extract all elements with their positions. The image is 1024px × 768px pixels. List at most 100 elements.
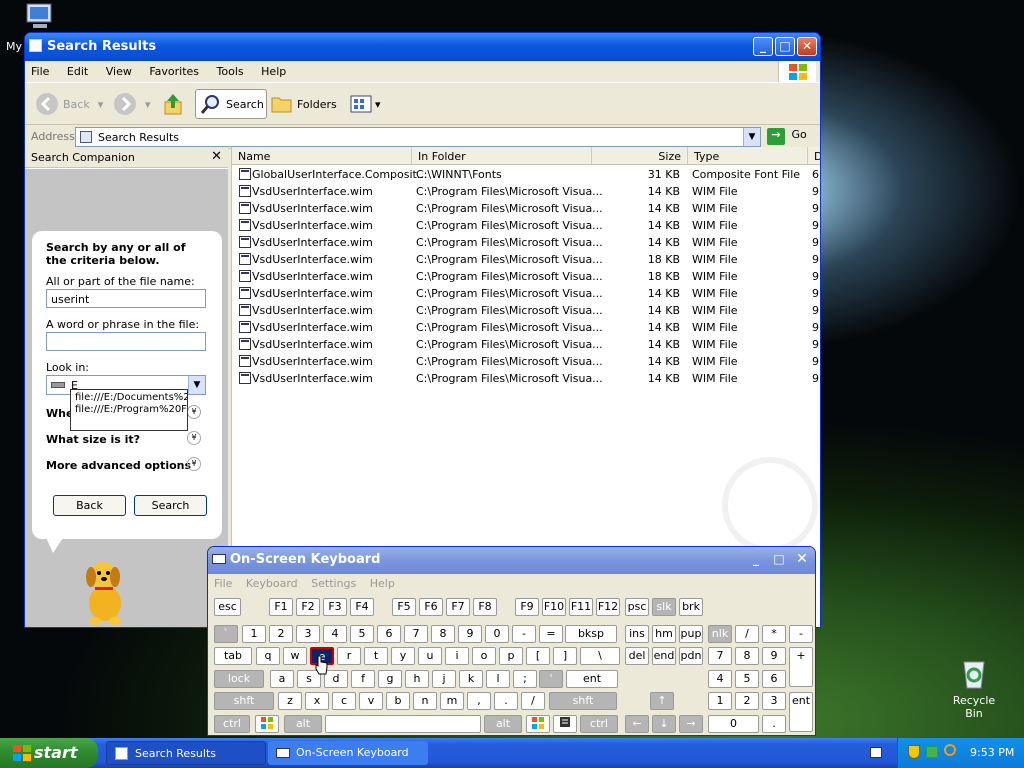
key[interactable]: F8 xyxy=(473,598,497,616)
key[interactable]: 1 xyxy=(708,692,732,710)
advanced-label[interactable]: More advanced options xyxy=(46,459,191,472)
key[interactable]: 4 xyxy=(708,670,732,688)
table-row[interactable]: VsdUserInterface.wim C:\Program Files\Mic… xyxy=(232,336,820,353)
key[interactable]: r xyxy=(337,647,361,665)
key[interactable]: - xyxy=(789,625,813,643)
key[interactable]: 3 xyxy=(296,625,320,643)
search-button[interactable]: Search xyxy=(195,89,267,119)
arrow-left-key[interactable]: ← xyxy=(625,715,649,733)
table-row[interactable]: VsdUserInterface.wim C:\Program Files\Mic… xyxy=(232,370,820,387)
table-row[interactable]: VsdUserInterface.wim C:\Program Files\Mic… xyxy=(232,302,820,319)
key[interactable]: + xyxy=(789,647,813,687)
when-expand-icon[interactable]: ¥ xyxy=(187,405,201,419)
key[interactable]: 0 xyxy=(485,625,509,643)
suggestion-item[interactable]: file:///E:/Program%20F xyxy=(71,403,187,415)
key[interactable]: alt xyxy=(484,715,522,733)
key[interactable]: p xyxy=(499,647,523,665)
address-field[interactable]: Search Results ▼ xyxy=(75,127,761,147)
key[interactable]: F6 xyxy=(419,598,443,616)
maximize-button[interactable]: □ xyxy=(775,37,795,56)
key[interactable]: f xyxy=(351,670,375,688)
size-label[interactable]: What size is it? xyxy=(46,433,140,446)
key[interactable]: esc xyxy=(214,598,241,616)
key[interactable]: / xyxy=(735,625,759,643)
key[interactable]: F10 xyxy=(542,598,566,616)
close-companion-icon[interactable]: ✕ xyxy=(211,149,222,164)
key[interactable]: a xyxy=(270,670,294,688)
table-row[interactable]: VsdUserInterface.wim C:\Program Files\Mic… xyxy=(232,251,820,268)
key[interactable]: bksp xyxy=(565,625,617,643)
key[interactable]: pup xyxy=(679,625,703,643)
key[interactable]: * xyxy=(762,625,786,643)
back-button[interactable]: Back ▾ xyxy=(35,89,103,119)
key[interactable]: - xyxy=(512,625,536,643)
key[interactable]: shft xyxy=(214,692,274,710)
column-header-name[interactable]: Name xyxy=(232,147,412,165)
key[interactable]: F12 xyxy=(596,598,620,616)
windows-key-icon[interactable] xyxy=(255,715,279,733)
key[interactable]: nlk xyxy=(708,625,732,643)
address-dropdown-button[interactable]: ▼ xyxy=(743,128,760,146)
key[interactable]: 4 xyxy=(323,625,347,643)
table-row[interactable]: VsdUserInterface.wim C:\Program Files\Mic… xyxy=(232,217,820,234)
key[interactable]: \ xyxy=(580,647,620,665)
key[interactable]: z xyxy=(278,692,302,710)
key[interactable]: ent xyxy=(566,670,618,688)
key[interactable]: ent xyxy=(789,692,813,732)
key[interactable]: end xyxy=(652,647,676,665)
table-row[interactable]: VsdUserInterface.wim C:\Program Files\Mic… xyxy=(232,319,820,336)
table-row[interactable]: VsdUserInterface.wim C:\Program Files\Mic… xyxy=(232,268,820,285)
views-button[interactable]: ▾ xyxy=(349,89,381,119)
key[interactable]: F3 xyxy=(323,598,347,616)
key[interactable]: ] xyxy=(553,647,577,665)
key[interactable]: pdn xyxy=(679,647,703,665)
key[interactable]: y xyxy=(391,647,415,665)
table-row[interactable]: VsdUserInterface.wim C:\Program Files\Mic… xyxy=(232,234,820,251)
key[interactable]: shft xyxy=(549,692,617,710)
start-button[interactable]: start xyxy=(0,738,98,768)
key[interactable]: tab xyxy=(214,647,252,665)
key[interactable]: ' xyxy=(539,670,563,688)
recycle-bin-icon[interactable] xyxy=(958,656,990,690)
key[interactable]: 3 xyxy=(762,692,786,710)
lookin-dropdown-button[interactable]: ▼ xyxy=(188,376,205,394)
size-expand-icon[interactable]: ¥ xyxy=(187,431,201,445)
key[interactable]: g xyxy=(378,670,402,688)
key[interactable]: hm xyxy=(652,625,676,643)
key[interactable]: b xyxy=(386,692,410,710)
table-row[interactable]: GlobalUserInterface.Composit... C:\WINNT\… xyxy=(232,166,820,183)
key[interactable]: / xyxy=(521,692,545,710)
key[interactable]: psc xyxy=(625,598,649,616)
taskbar-on-screen-keyboard[interactable]: On-Screen Keyboard xyxy=(268,741,428,765)
key[interactable]: 5 xyxy=(350,625,374,643)
key[interactable]: m xyxy=(440,692,464,710)
arrow-down-key[interactable]: ↓ xyxy=(652,715,676,733)
key[interactable]: , xyxy=(467,692,491,710)
space-key[interactable] xyxy=(325,715,481,733)
key[interactable]: 8 xyxy=(735,647,759,665)
folders-button[interactable]: Folders xyxy=(271,89,337,119)
filename-input[interactable]: userint xyxy=(46,289,206,308)
key[interactable]: 5 xyxy=(735,670,759,688)
key[interactable]: v xyxy=(359,692,383,710)
key[interactable]: alt xyxy=(284,715,322,733)
key[interactable]: n xyxy=(413,692,437,710)
minimize-button[interactable]: _ xyxy=(753,37,773,56)
key[interactable]: F11 xyxy=(569,598,593,616)
advanced-expand-icon[interactable]: ¥ xyxy=(187,457,201,471)
recycle-bin-label[interactable]: Recycle Bin xyxy=(944,694,1004,720)
tray-search-icon[interactable] xyxy=(944,744,956,756)
table-row[interactable]: VsdUserInterface.wim C:\Program Files\Mic… xyxy=(232,285,820,302)
column-header-folder[interactable]: In Folder xyxy=(412,147,592,165)
network-icon[interactable] xyxy=(926,746,938,758)
key[interactable]: 9 xyxy=(762,647,786,665)
key[interactable]: 6 xyxy=(377,625,401,643)
key[interactable]: ; xyxy=(513,670,537,688)
key[interactable]: ctrl xyxy=(214,715,250,733)
key[interactable]: q xyxy=(256,647,280,665)
menu-edit[interactable]: Edit xyxy=(67,65,88,78)
key[interactable]: ins xyxy=(625,625,649,643)
key[interactable]: 2 xyxy=(269,625,293,643)
menu-tools[interactable]: Tools xyxy=(217,65,244,78)
key[interactable]: . xyxy=(762,715,786,733)
